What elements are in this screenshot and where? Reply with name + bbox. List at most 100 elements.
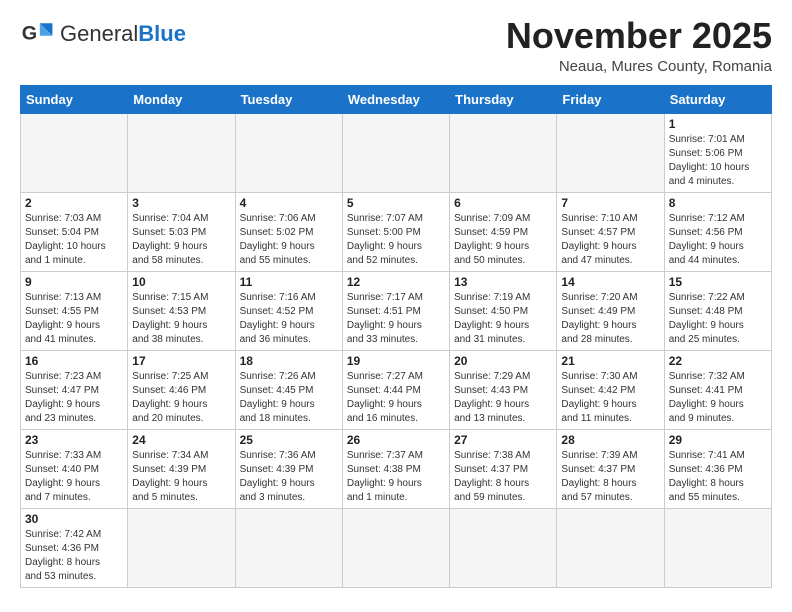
week-row-4: 23 Sunrise: 7:33 AM Sunset: 4:40 PM Dayli… — [21, 429, 772, 508]
day-info: Sunrise: 7:22 AM Sunset: 4:48 PM Dayligh… — [669, 291, 767, 347]
day-info: Sunrise: 7:01 AM Sunset: 5:06 PM Dayligh… — [669, 133, 767, 189]
svg-text:G: G — [22, 22, 37, 44]
day-number: 5 — [347, 196, 445, 210]
day-info: Sunrise: 7:27 AM Sunset: 4:44 PM Dayligh… — [347, 370, 445, 426]
week-row-1: 2 Sunrise: 7:03 AM Sunset: 5:04 PM Daylig… — [21, 192, 772, 271]
day-cell: 9Sunrise: 7:13 AM Sunset: 4:55 PM Daylig… — [21, 271, 128, 350]
day-cell: 5 Sunrise: 7:07 AM Sunset: 5:00 PM Daylig… — [342, 192, 449, 271]
day-info: Sunrise: 7:03 AM Sunset: 5:04 PM Dayligh… — [25, 212, 123, 268]
day-number: 11 — [240, 275, 338, 289]
day-cell: 25Sunrise: 7:36 AM Sunset: 4:39 PM Dayli… — [235, 429, 342, 508]
day-cell: 24 Sunrise: 7:34 AM Sunset: 4:39 PM Dayli… — [128, 429, 235, 508]
day-cell: 23 Sunrise: 7:33 AM Sunset: 4:40 PM Dayli… — [21, 429, 128, 508]
day-info: Sunrise: 7:39 AM Sunset: 4:37 PM Dayligh… — [561, 449, 659, 505]
day-cell — [450, 508, 557, 587]
day-info: Sunrise: 7:06 AM Sunset: 5:02 PM Dayligh… — [240, 212, 338, 268]
day-info: Sunrise: 7:13 AM Sunset: 4:55 PM Dayligh… — [25, 291, 123, 347]
day-cell: 15 Sunrise: 7:22 AM Sunset: 4:48 PM Dayli… — [664, 271, 771, 350]
col-wednesday: Wednesday — [342, 85, 449, 113]
day-cell — [557, 508, 664, 587]
day-number: 23 — [25, 433, 123, 447]
day-cell: 28Sunrise: 7:39 AM Sunset: 4:37 PM Dayli… — [557, 429, 664, 508]
day-info: Sunrise: 7:30 AM Sunset: 4:42 PM Dayligh… — [561, 370, 659, 426]
day-cell: 26 Sunrise: 7:37 AM Sunset: 4:38 PM Dayli… — [342, 429, 449, 508]
day-cell: 20Sunrise: 7:29 AM Sunset: 4:43 PM Dayli… — [450, 350, 557, 429]
day-info: Sunrise: 7:26 AM Sunset: 4:45 PM Dayligh… — [240, 370, 338, 426]
page: G GeneralBlue November 2025 Neaua, Mures… — [0, 0, 792, 604]
col-monday: Monday — [128, 85, 235, 113]
day-number: 12 — [347, 275, 445, 289]
title-block: November 2025 Neaua, Mures County, Roman… — [506, 16, 772, 75]
day-info: Sunrise: 7:23 AM Sunset: 4:47 PM Dayligh… — [25, 370, 123, 426]
day-cell: 12 Sunrise: 7:17 AM Sunset: 4:51 PM Dayli… — [342, 271, 449, 350]
day-info: Sunrise: 7:15 AM Sunset: 4:53 PM Dayligh… — [132, 291, 230, 347]
day-info: Sunrise: 7:04 AM Sunset: 5:03 PM Dayligh… — [132, 212, 230, 268]
day-cell — [450, 113, 557, 192]
day-cell — [128, 113, 235, 192]
day-number: 30 — [25, 512, 123, 526]
day-info: Sunrise: 7:12 AM Sunset: 4:56 PM Dayligh… — [669, 212, 767, 268]
day-number: 21 — [561, 354, 659, 368]
day-cell: 7 Sunrise: 7:10 AM Sunset: 4:57 PM Daylig… — [557, 192, 664, 271]
day-cell: 18 Sunrise: 7:26 AM Sunset: 4:45 PM Dayli… — [235, 350, 342, 429]
day-number: 25 — [240, 433, 338, 447]
day-number: 22 — [669, 354, 767, 368]
day-number: 27 — [454, 433, 552, 447]
day-cell: 3 Sunrise: 7:04 AM Sunset: 5:03 PM Daylig… — [128, 192, 235, 271]
day-number: 19 — [347, 354, 445, 368]
day-info: Sunrise: 7:19 AM Sunset: 4:50 PM Dayligh… — [454, 291, 552, 347]
day-cell: 19 Sunrise: 7:27 AM Sunset: 4:44 PM Dayli… — [342, 350, 449, 429]
day-number: 13 — [454, 275, 552, 289]
day-cell — [557, 113, 664, 192]
day-number: 18 — [240, 354, 338, 368]
day-cell: 17 Sunrise: 7:25 AM Sunset: 4:46 PM Dayli… — [128, 350, 235, 429]
day-cell: 10Sunrise: 7:15 AM Sunset: 4:53 PM Dayli… — [128, 271, 235, 350]
day-cell — [342, 113, 449, 192]
day-number: 24 — [132, 433, 230, 447]
day-cell: 4 Sunrise: 7:06 AM Sunset: 5:02 PM Daylig… — [235, 192, 342, 271]
day-cell: 8 Sunrise: 7:12 AM Sunset: 4:56 PM Daylig… — [664, 192, 771, 271]
day-info: Sunrise: 7:37 AM Sunset: 4:38 PM Dayligh… — [347, 449, 445, 505]
day-cell: 2 Sunrise: 7:03 AM Sunset: 5:04 PM Daylig… — [21, 192, 128, 271]
day-cell — [664, 508, 771, 587]
week-row-0: 1 Sunrise: 7:01 AM Sunset: 5:06 PM Daylig… — [21, 113, 772, 192]
calendar-body: 1 Sunrise: 7:01 AM Sunset: 5:06 PM Daylig… — [21, 113, 772, 587]
day-number: 1 — [669, 117, 767, 131]
col-thursday: Thursday — [450, 85, 557, 113]
day-info: Sunrise: 7:25 AM Sunset: 4:46 PM Dayligh… — [132, 370, 230, 426]
day-cell: 30 Sunrise: 7:42 AM Sunset: 4:36 PM Dayli… — [21, 508, 128, 587]
week-row-3: 16 Sunrise: 7:23 AM Sunset: 4:47 PM Dayli… — [21, 350, 772, 429]
day-info: Sunrise: 7:41 AM Sunset: 4:36 PM Dayligh… — [669, 449, 767, 505]
day-number: 2 — [25, 196, 123, 210]
day-number: 6 — [454, 196, 552, 210]
day-number: 16 — [25, 354, 123, 368]
day-cell: 29Sunrise: 7:41 AM Sunset: 4:36 PM Dayli… — [664, 429, 771, 508]
day-info: Sunrise: 7:16 AM Sunset: 4:52 PM Dayligh… — [240, 291, 338, 347]
day-info: Sunrise: 7:42 AM Sunset: 4:36 PM Dayligh… — [25, 528, 123, 584]
day-number: 17 — [132, 354, 230, 368]
day-info: Sunrise: 7:34 AM Sunset: 4:39 PM Dayligh… — [132, 449, 230, 505]
day-cell: 27Sunrise: 7:38 AM Sunset: 4:37 PM Dayli… — [450, 429, 557, 508]
col-saturday: Saturday — [664, 85, 771, 113]
day-info: Sunrise: 7:20 AM Sunset: 4:49 PM Dayligh… — [561, 291, 659, 347]
day-cell: 22Sunrise: 7:32 AM Sunset: 4:41 PM Dayli… — [664, 350, 771, 429]
day-number: 14 — [561, 275, 659, 289]
day-number: 7 — [561, 196, 659, 210]
day-cell: 21 Sunrise: 7:30 AM Sunset: 4:42 PM Dayli… — [557, 350, 664, 429]
day-cell — [21, 113, 128, 192]
day-info: Sunrise: 7:33 AM Sunset: 4:40 PM Dayligh… — [25, 449, 123, 505]
day-number: 8 — [669, 196, 767, 210]
day-number: 4 — [240, 196, 338, 210]
day-cell: 6Sunrise: 7:09 AM Sunset: 4:59 PM Daylig… — [450, 192, 557, 271]
day-number: 26 — [347, 433, 445, 447]
col-tuesday: Tuesday — [235, 85, 342, 113]
day-info: Sunrise: 7:07 AM Sunset: 5:00 PM Dayligh… — [347, 212, 445, 268]
day-info: Sunrise: 7:17 AM Sunset: 4:51 PM Dayligh… — [347, 291, 445, 347]
day-info: Sunrise: 7:10 AM Sunset: 4:57 PM Dayligh… — [561, 212, 659, 268]
calendar-table: Sunday Monday Tuesday Wednesday Thursday… — [20, 85, 772, 588]
calendar-header: Sunday Monday Tuesday Wednesday Thursday… — [21, 85, 772, 113]
day-cell: 11 Sunrise: 7:16 AM Sunset: 4:52 PM Dayli… — [235, 271, 342, 350]
day-number: 15 — [669, 275, 767, 289]
calendar-subtitle: Neaua, Mures County, Romania — [506, 58, 772, 75]
day-number: 3 — [132, 196, 230, 210]
